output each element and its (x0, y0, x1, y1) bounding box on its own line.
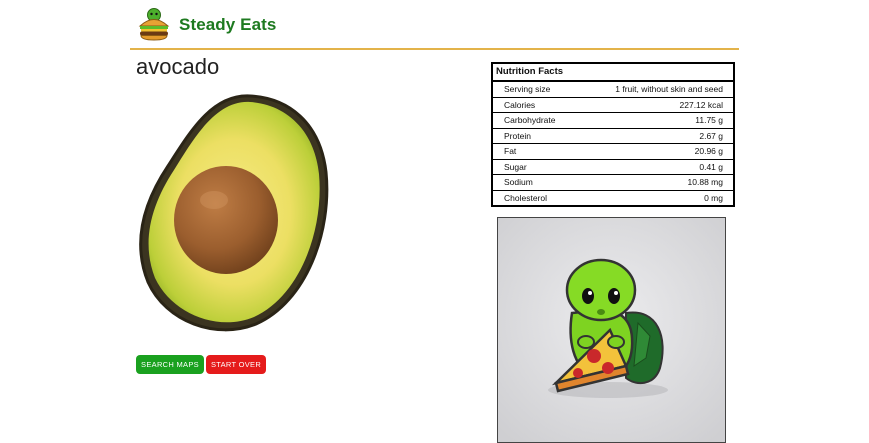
food-title: avocado (136, 54, 220, 79)
nutrition-row: Sugar 0.41 g (493, 159, 733, 175)
nutrition-facts-title: Nutrition Facts (493, 64, 733, 82)
search-maps-button[interactable]: SEARCH MAPS (136, 355, 204, 374)
nutrition-row: Carbohydrate 11.75 g (493, 112, 733, 129)
nutrition-value: 10.88 mg (584, 174, 733, 191)
start-over-button[interactable]: START OVER (206, 355, 266, 374)
nutrition-row: Sodium 10.88 mg (493, 174, 733, 191)
nutrition-row: Fat 20.96 g (493, 143, 733, 160)
turtle-burger-logo-icon[interactable] (136, 7, 172, 41)
nutrition-facts-table: Nutrition Facts Serving size 1 fruit, wit… (491, 62, 735, 207)
nutrition-value: 20.96 g (584, 143, 733, 160)
nutrition-value: 0 mg (704, 192, 723, 203)
nutrition-row: Calories 227.12 kcal (493, 97, 733, 113)
nutrition-value: 2.67 g (584, 128, 733, 144)
nutrition-label: Protein (493, 128, 585, 144)
nutrition-label: Serving size (493, 82, 585, 98)
nutrition-row: Protein 2.67 g (493, 128, 733, 144)
nutrition-row: Serving size 1 fruit, without skin and se… (493, 82, 733, 98)
nutrition-value: 11.75 g (584, 112, 733, 129)
header-divider (130, 48, 739, 50)
turtle-eating-pizza-pin-image (497, 217, 726, 443)
nutrition-label: Sodium (493, 174, 585, 191)
nutrition-label: Fat (493, 143, 585, 160)
brand-name[interactable]: Steady Eats (179, 15, 276, 35)
nutrition-label: Carbohydrate (493, 112, 585, 129)
nutrition-value: 0.41 g (584, 159, 733, 175)
nutrition-label: Calories (493, 97, 585, 113)
nutrition-label: Sugar (493, 159, 585, 175)
nutrition-row: Cholesterol 0 mg (493, 190, 733, 205)
header: Steady Eats (130, 0, 739, 50)
nutrition-label: Cholesterol (504, 192, 547, 203)
avocado-half-image (138, 92, 330, 332)
nutrition-value: 1 fruit, without skin and seed (584, 82, 733, 98)
nutrition-value: 227.12 kcal (584, 97, 733, 113)
